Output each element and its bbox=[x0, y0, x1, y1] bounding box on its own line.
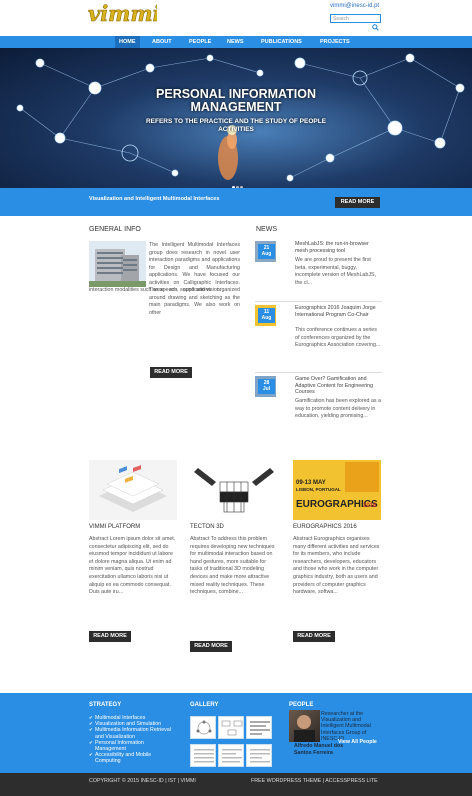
news-excerpt: This conference continues a series of co… bbox=[295, 327, 381, 348]
person-photo[interactable] bbox=[289, 710, 320, 742]
hero-subtitle-line1: REFERS TO THE PRACTICE AND THE STUDY OF … bbox=[145, 118, 327, 125]
general-info-text-continued: interaction modalities such as speech, s… bbox=[89, 287, 222, 293]
tecton-3d-image[interactable] bbox=[190, 460, 278, 520]
gallery-thumbnail[interactable] bbox=[190, 744, 216, 767]
hero-title: PERSONAL INFORMATION MANAGEMENT bbox=[0, 88, 472, 114]
band-read-more-button[interactable]: READ MORE bbox=[335, 197, 380, 208]
feature-title[interactable]: TECTON 3D bbox=[190, 524, 224, 530]
site-header: vimmi vimmi@inesc-id.pt Search bbox=[0, 0, 472, 36]
news-divider bbox=[255, 301, 382, 302]
news-heading: NEWS bbox=[256, 226, 277, 233]
hero-slider[interactable]: PERSONAL INFORMATION MANAGEMENT REFERS T… bbox=[0, 48, 472, 188]
svg-text:2016: 2016 bbox=[363, 503, 377, 509]
people-heading: PEOPLE bbox=[289, 702, 314, 708]
contact-email[interactable]: vimmi@inesc-id.pt bbox=[330, 3, 379, 9]
hero-subtitle-line2: ACTIVITIES bbox=[218, 126, 254, 133]
search-icon[interactable] bbox=[372, 24, 379, 31]
gallery-thumbnail[interactable] bbox=[218, 744, 244, 767]
feature-title[interactable]: EUROGRAPHICS 2016 bbox=[293, 524, 357, 530]
nav-people[interactable]: PEOPLE bbox=[185, 36, 215, 48]
svg-text:09-13 MAY: 09-13 MAY bbox=[296, 480, 326, 486]
news-title[interactable]: MeshLabJS: the run-in-browser mesh proce… bbox=[295, 241, 382, 254]
theme-credit[interactable]: FREE WORDPRESS THEME | ACCESSPRESS LITE bbox=[251, 778, 378, 784]
news-divider bbox=[255, 372, 382, 373]
feature-text: Abstract To address this problem require… bbox=[190, 536, 275, 596]
general-info-heading: GENERAL INFO bbox=[89, 226, 141, 233]
main-nav: HOME ABOUT PEOPLE NEWS PUBLICATIONS PROJ… bbox=[0, 36, 472, 48]
feature-text: Abstract Eurographics organises many dif… bbox=[293, 536, 380, 596]
news-excerpt: We are proud to present the first beta, … bbox=[295, 257, 376, 286]
news-month: Jul bbox=[262, 386, 271, 392]
tagline-band: Visualization and Intelligent Multimodal… bbox=[0, 188, 472, 216]
eurographics-2016-image[interactable]: 09-13 MAY LISBON, PORTUGAL EUROGRAPHICS … bbox=[293, 460, 381, 520]
copyright-text: COPYRIGHT © 2015 INESC-ID | IST | VIMMI bbox=[89, 778, 196, 784]
gallery-thumbnail[interactable] bbox=[246, 744, 272, 767]
building-photo bbox=[89, 241, 146, 287]
feature-title[interactable]: VIMMI PLATFORM bbox=[89, 524, 140, 530]
general-info-text: The Intelligent Multimodal Interfaces gr… bbox=[149, 242, 240, 316]
nav-home[interactable]: HOME bbox=[115, 36, 140, 48]
feature-read-more-button[interactable]: READ MORE bbox=[293, 631, 335, 642]
gallery-heading: GALLERY bbox=[190, 702, 219, 708]
copyright-bar: COPYRIGHT © 2015 INESC-ID | IST | VIMMI … bbox=[0, 773, 472, 796]
vimmi-platform-image[interactable] bbox=[89, 460, 177, 520]
gallery-thumbnail[interactable] bbox=[190, 716, 216, 739]
gallery-thumbnail[interactable] bbox=[246, 716, 272, 739]
strategy-heading: STRATEGY bbox=[89, 702, 122, 708]
person-caption: Researcher at the Visualization and Inte… bbox=[321, 711, 371, 742]
news-excerpt: Gamification has been explored as a way … bbox=[295, 398, 381, 419]
svg-text:vimmi: vimmi bbox=[88, 3, 157, 25]
svg-text:LISBON, PORTUGAL: LISBON, PORTUGAL bbox=[296, 487, 341, 492]
feature-read-more-button[interactable]: READ MORE bbox=[190, 641, 232, 652]
footer: STRATEGY Multimodal Interfaces Visualiza… bbox=[0, 693, 472, 773]
news-date: 21 Aug bbox=[258, 244, 275, 259]
strategy-list: Multimodal Interfaces Visualization and … bbox=[89, 715, 175, 765]
nav-news[interactable]: NEWS bbox=[223, 36, 248, 48]
nav-projects[interactable]: PROJECTS bbox=[316, 36, 354, 48]
news-date: 28 Jul bbox=[258, 379, 275, 394]
tagline-text: Visualization and Intelligent Multimodal… bbox=[89, 196, 220, 202]
news-item[interactable]: 11 Aug Eurographics 2016 Joaquim Jorge In… bbox=[255, 305, 382, 371]
news-month: Aug bbox=[261, 251, 272, 257]
nav-about[interactable]: ABOUT bbox=[148, 36, 176, 48]
view-all-people-link[interactable]: View All People bbox=[338, 739, 377, 745]
news-title[interactable]: Game Over? Gamification and Adaptive Con… bbox=[295, 376, 382, 396]
news-date: 11 Aug bbox=[258, 308, 275, 323]
feature-text: Abstract Lorem ipsum dolor sit amet, con… bbox=[89, 536, 176, 596]
general-info-read-more-button[interactable]: READ MORE bbox=[150, 367, 192, 378]
strategy-item[interactable]: Multimedia Information Retrieval and Vis… bbox=[89, 727, 175, 739]
vimmi-logo[interactable]: vimmi bbox=[87, 3, 157, 25]
news-month: Aug bbox=[261, 315, 272, 321]
gallery-thumbnail[interactable] bbox=[218, 716, 244, 739]
search-input[interactable]: Search bbox=[330, 14, 381, 23]
strategy-item[interactable]: Accessibility and Mobile Computing bbox=[89, 752, 175, 764]
news-item[interactable]: 28 Jul Game Over? Gamification and Adapti… bbox=[255, 376, 382, 442]
hero-subtitle: REFERS TO THE PRACTICE AND THE STUDY OF … bbox=[0, 118, 472, 134]
news-title[interactable]: Eurographics 2016 Joaquim Jorge Internat… bbox=[295, 305, 382, 318]
strategy-item[interactable]: Personal Information Management bbox=[89, 740, 175, 752]
hero-title-line2: MANAGEMENT bbox=[190, 100, 282, 114]
nav-publications[interactable]: PUBLICATIONS bbox=[257, 36, 306, 48]
feature-read-more-button[interactable]: READ MORE bbox=[89, 631, 131, 642]
news-item[interactable]: 21 Aug MeshLabJS: the run-in-browser mesh… bbox=[255, 241, 382, 301]
